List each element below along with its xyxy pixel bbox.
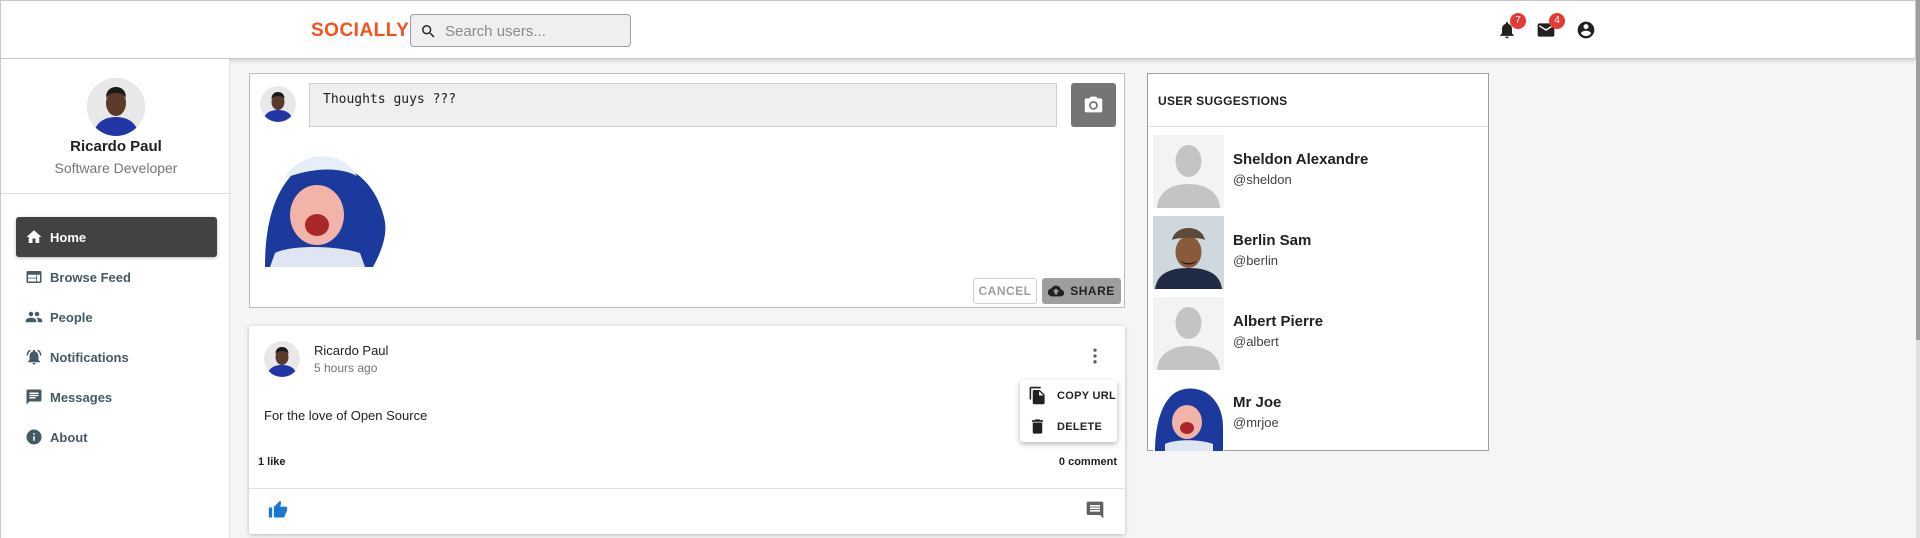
comment-button[interactable] — [1085, 500, 1105, 520]
sidebar-item-label: About — [50, 429, 88, 445]
account-button[interactable] — [1576, 20, 1596, 40]
suggestion-handle: @berlin — [1233, 253, 1278, 268]
post-author-name[interactable]: Ricardo Paul — [314, 343, 388, 358]
sidebar-item-label: Home — [50, 229, 87, 245]
search-icon — [422, 25, 435, 38]
sidebar-item-browse-feed[interactable]: Browse Feed — [16, 257, 217, 297]
left-sidebar: Ricardo Paul Software Developer Home Bro… — [0, 59, 231, 538]
default-avatar[interactable] — [1153, 297, 1224, 370]
suggestion-item[interactable]: Sheldon Alexandre @sheldon — [1153, 129, 1483, 210]
notifications-icon — [26, 349, 42, 365]
like-button[interactable] — [268, 500, 288, 520]
profile-avatar[interactable] — [87, 78, 145, 136]
suggestion-item[interactable]: Mr Joe @mrjoe — [1153, 372, 1483, 453]
divider — [249, 488, 1125, 489]
sidebar-item-messages[interactable]: Messages — [16, 377, 217, 417]
share-button[interactable]: SHARE — [1042, 278, 1121, 304]
profile-name: Ricardo Paul — [70, 138, 162, 155]
menu-item-label: DELETE — [1057, 420, 1103, 433]
add-photo-button[interactable] — [1071, 83, 1116, 127]
post-options-button[interactable] — [1085, 346, 1105, 366]
post-text-input[interactable]: Thoughts guys ??? — [309, 83, 1057, 127]
new-post-composer: Thoughts guys ??? CANCEL SHARE — [249, 73, 1125, 308]
messages-badge: 4 — [1549, 13, 1565, 29]
image-preview — [255, 133, 390, 267]
panel-title: USER SUGGESTIONS — [1158, 94, 1288, 108]
page-scrollbar-thumb[interactable] — [1916, 0, 1920, 340]
suggestion-name[interactable]: Sheldon Alexandre — [1233, 151, 1368, 168]
notifications-button[interactable]: 7 — [1497, 13, 1526, 40]
sidebar-item-home[interactable]: Home — [16, 217, 217, 257]
composer-avatar — [260, 86, 296, 122]
thumb-up-icon — [268, 500, 288, 518]
cloud-upload-icon — [1048, 285, 1065, 297]
menu-item-label: COPY URL — [1057, 389, 1117, 402]
sidebar-item-notifications[interactable]: Notifications — [16, 337, 217, 377]
post-author-avatar[interactable] — [264, 341, 300, 377]
suggestion-name[interactable]: Mr Joe — [1233, 394, 1281, 411]
sidebar-item-label: People — [50, 309, 93, 325]
suggestion-handle: @sheldon — [1233, 172, 1292, 187]
more-vert-icon — [1093, 348, 1097, 364]
sidebar-item-about[interactable]: About — [16, 417, 217, 457]
trash-icon — [1031, 419, 1044, 434]
home-icon — [26, 230, 42, 243]
child-photo-avatar[interactable] — [1153, 378, 1224, 451]
copy-icon — [1029, 386, 1045, 405]
sidebar-item-label: Messages — [50, 389, 113, 405]
copy-url-menu-item[interactable]: COPY URL — [1020, 380, 1117, 411]
divider — [1, 193, 231, 194]
user-suggestions-panel: USER SUGGESTIONS Sheldon Alexandre @shel… — [1147, 73, 1489, 451]
notifications-badge: 7 — [1510, 13, 1526, 29]
suggestion-handle: @albert — [1233, 334, 1279, 349]
cancel-button[interactable]: CANCEL — [973, 278, 1037, 304]
sidebar-nav: Home Browse Feed People Notifications Me… — [16, 217, 217, 457]
sidebar-item-people[interactable]: People — [16, 297, 217, 337]
search-box[interactable] — [410, 14, 631, 47]
post-card: Ricardo Paul 5 hours ago For the love of… — [249, 326, 1125, 534]
sidebar-item-label: Browse Feed — [50, 269, 131, 285]
info-icon — [26, 429, 42, 445]
account-circle-icon — [1577, 21, 1595, 39]
divider — [1148, 126, 1488, 127]
post-timestamp: 5 hours ago — [314, 361, 378, 375]
suggestion-name[interactable]: Berlin Sam — [1233, 232, 1311, 249]
profile-role: Software Developer — [54, 160, 178, 176]
delete-menu-item[interactable]: DELETE — [1020, 411, 1117, 442]
suggestion-item[interactable]: Albert Pierre @albert — [1153, 291, 1483, 372]
like-count[interactable]: 1 like — [258, 456, 286, 468]
suggestion-name[interactable]: Albert Pierre — [1233, 313, 1323, 330]
post-options-menu: COPY URL DELETE — [1020, 380, 1117, 442]
default-avatar[interactable] — [1153, 135, 1224, 208]
camera-icon — [1084, 96, 1103, 113]
messages-button[interactable]: 4 — [1536, 13, 1565, 40]
people-icon — [25, 311, 43, 323]
top-app-bar: SOCIALLY 7 4 — [0, 0, 1916, 59]
profile-photo — [87, 78, 145, 136]
photo-avatar[interactable] — [1153, 216, 1224, 289]
search-input[interactable] — [445, 21, 625, 41]
suggestion-item[interactable]: Berlin Sam @berlin — [1153, 210, 1483, 291]
sidebar-item-label: Notifications — [50, 349, 129, 365]
brand-logo[interactable]: SOCIALLY — [311, 20, 409, 42]
messages-icon — [26, 389, 42, 405]
post-body-text: For the love of Open Source — [264, 408, 428, 423]
feed-icon — [26, 271, 42, 283]
share-label: SHARE — [1070, 284, 1115, 298]
suggestion-handle: @mrjoe — [1233, 415, 1279, 430]
comment-count[interactable]: 0 comment — [1059, 456, 1117, 468]
comment-icon — [1086, 501, 1104, 519]
